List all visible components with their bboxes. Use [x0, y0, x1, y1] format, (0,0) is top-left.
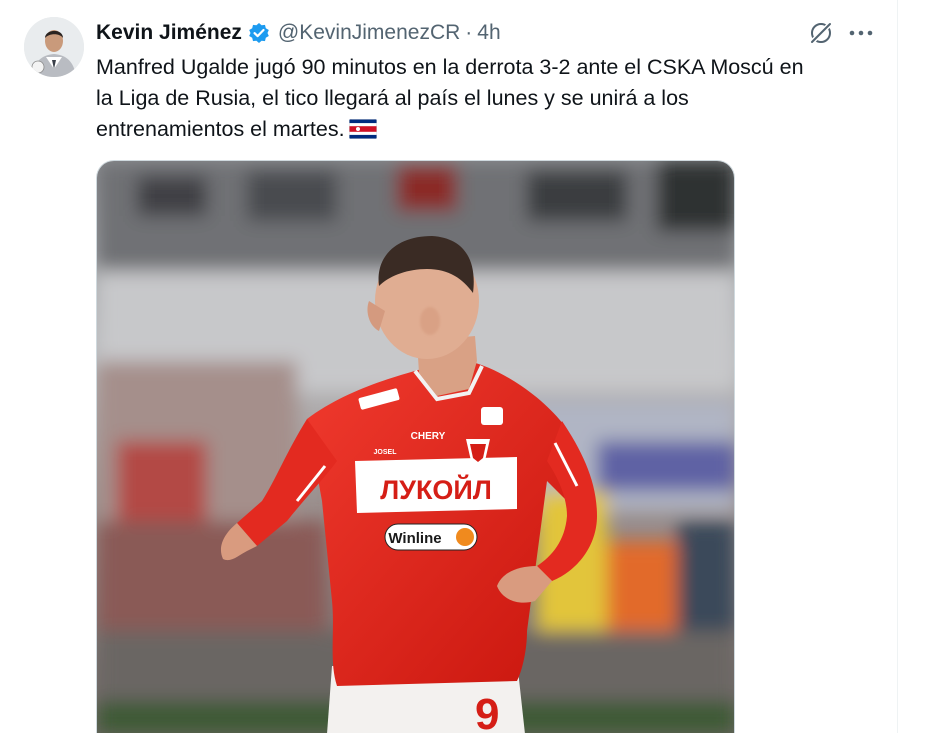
author-handle[interactable]: @KevinJimenezCR [278, 21, 460, 45]
separator-dot: · [465, 21, 473, 44]
timeline-border [897, 0, 898, 733]
costa-rica-flag-icon [348, 117, 377, 140]
more-options-icon[interactable] [846, 18, 876, 48]
tweet-photo[interactable]: 9 ЛУКОЙЛ Winline CHERY JOSEL [96, 160, 735, 733]
tweet-text: Manfred Ugalde jugó 90 minutos en la der… [96, 52, 876, 145]
jersey-brand-text: CHERY [411, 431, 446, 442]
shorts-number: 9 [475, 690, 499, 733]
tweet-timestamp[interactable]: 4h [477, 21, 500, 45]
jersey-kit-text: JOSEL [374, 449, 398, 456]
grok-icon[interactable] [806, 18, 836, 48]
tweet-text-line-last: entrenamientos el martes. [96, 114, 876, 145]
tweet-header: Kevin Jiménez @KevinJimenezCR · 4h [96, 18, 501, 48]
verified-badge-icon [248, 22, 270, 44]
avatar[interactable] [24, 17, 84, 77]
jersey-sponsor-text: ЛУКОЙЛ [380, 474, 492, 505]
tweet-text-line: Manfred Ugalde jugó 90 minutos en la der… [96, 55, 804, 79]
author-name[interactable]: Kevin Jiménez [96, 21, 242, 45]
tweet-text-line: entrenamientos el martes. [96, 117, 345, 141]
jersey-betting-text: Winline [388, 530, 441, 547]
tweet[interactable]: Kevin Jiménez @KevinJimenezCR · 4h Manfr… [0, 0, 897, 733]
tweet-text-line: la Liga de Rusia, el tico llegará al paí… [96, 86, 689, 110]
